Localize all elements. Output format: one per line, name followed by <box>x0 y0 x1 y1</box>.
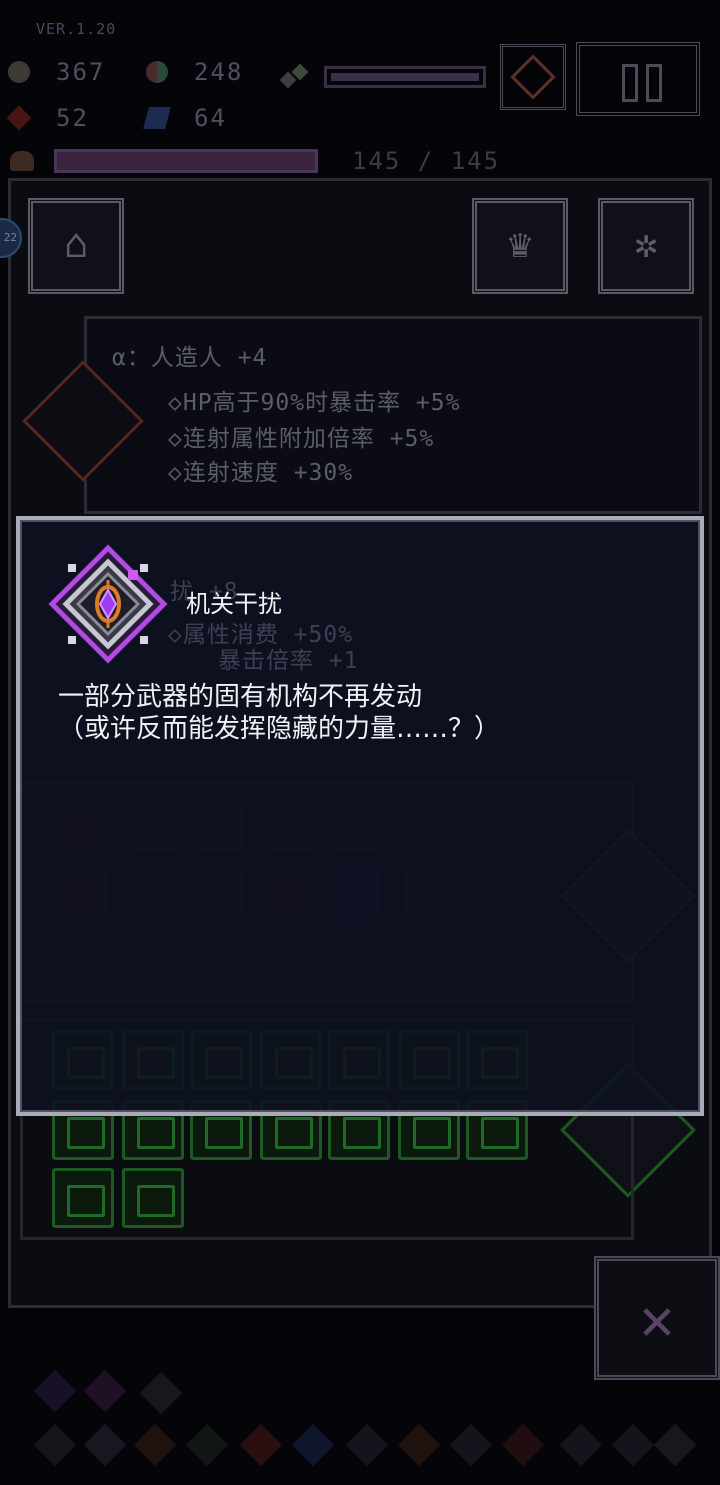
energy-bar <box>324 66 486 88</box>
settings-icon: ✲ <box>633 221 659 267</box>
inventory-icon[interactable] <box>185 1423 229 1467</box>
blue-counter: 64 <box>143 104 227 132</box>
red-counter: 52 <box>6 104 89 132</box>
home-button[interactable]: ⌂ <box>28 198 124 294</box>
inventory-icon[interactable] <box>83 1369 127 1413</box>
inventory-icon[interactable] <box>501 1423 545 1467</box>
popup-title: 机关干扰 <box>186 590 282 618</box>
inventory-icon[interactable] <box>653 1423 697 1467</box>
red-gem-icon <box>6 105 32 131</box>
heart-icon <box>10 151 34 171</box>
skill-effect: ◇连射速度 +30% <box>168 460 354 486</box>
inventory-icon[interactable] <box>345 1423 389 1467</box>
inventory-icon[interactable] <box>611 1423 655 1467</box>
inventory-icon[interactable] <box>449 1423 493 1467</box>
crystals-icon <box>279 63 309 89</box>
settings-button[interactable]: ✲ <box>598 198 694 294</box>
orb-counter: 248 <box>146 58 243 86</box>
skill-effect: 暴击倍率 +1 <box>218 648 359 674</box>
crown-button[interactable]: ♛ <box>472 198 568 294</box>
skill-effect: ◇连射属性附加倍率 +5% <box>168 426 435 452</box>
sigil-icon <box>510 54 556 100</box>
close-icon: ✕ <box>639 1285 675 1353</box>
hp-text: 145 / 145 <box>352 147 501 175</box>
pause-button[interactable] <box>576 42 700 116</box>
hp-bar <box>54 149 318 173</box>
inventory-icon[interactable] <box>239 1423 283 1467</box>
skill-effect: ◇HP高于90%时暴击率 +5% <box>168 390 461 416</box>
hp-row: 145 / 145 <box>10 145 700 181</box>
inventory-icon[interactable] <box>133 1423 177 1467</box>
gear-icon <box>8 61 30 83</box>
inventory-icon[interactable] <box>33 1423 77 1467</box>
sigil-button[interactable] <box>500 44 566 110</box>
orb-icon <box>146 61 168 83</box>
inventory-icon[interactable] <box>559 1423 603 1467</box>
inventory-icon[interactable] <box>139 1371 183 1415</box>
inventory-icon[interactable] <box>291 1423 335 1467</box>
version-label: VER.1.20 <box>36 20 117 38</box>
popup-description-line-2: （或许反而能发挥隐藏的力量……？） <box>58 714 501 744</box>
close-button[interactable]: ✕ <box>594 1256 720 1380</box>
gear-counter: 367 <box>8 58 105 86</box>
blue-flask-icon <box>143 107 171 129</box>
inventory-icon[interactable] <box>33 1369 77 1413</box>
inventory-icon[interactable] <box>83 1423 127 1467</box>
module-chip[interactable] <box>122 1168 184 1228</box>
skill-title: α：人造人 +4 <box>112 345 268 371</box>
home-icon: ⌂ <box>63 221 89 267</box>
crown-icon: ♛ <box>507 221 533 267</box>
purple-gem-sigil-icon <box>48 544 168 664</box>
module-chip[interactable] <box>52 1168 114 1228</box>
inventory-icon[interactable] <box>397 1423 441 1467</box>
